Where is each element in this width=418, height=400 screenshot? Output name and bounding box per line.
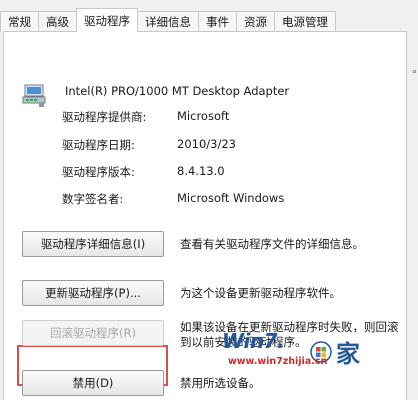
digital-signer-label: 数字签名者: xyxy=(62,192,124,206)
rollback-driver-button[interactable]: 回滚驱动程序(R) xyxy=(22,320,164,346)
update-driver-description: 为这个设备更新驱动程序软件。 xyxy=(180,286,341,300)
network-adapter-icon xyxy=(22,84,46,107)
watermark-symbol: 家 xyxy=(336,340,360,368)
tab-power-management[interactable]: 电源管理 xyxy=(274,11,336,32)
driver-provider-label: 驱动程序提供商: xyxy=(62,110,147,124)
driver-date-label: 驱动程序日期: xyxy=(62,138,135,152)
driver-provider-value: Microsoft xyxy=(177,109,230,123)
driver-date-value: 2010/3/23 xyxy=(177,137,236,151)
scrollbar[interactable] xyxy=(408,56,418,400)
tab-events[interactable]: 事件 xyxy=(198,11,237,32)
tab-driver[interactable]: 驱动程序 xyxy=(76,8,138,32)
tab-resources[interactable]: 资源 xyxy=(236,11,275,32)
tab-strip: 常规 高级 驱动程序 详细信息 事件 资源 电源管理 xyxy=(0,8,418,32)
driver-details-description: 查看有关驱动程序文件的详细信息。 xyxy=(180,237,364,251)
rollback-driver-description: 如果该设备在更新驱动程序时失败，则回滚到以前安装的驱动程序。 xyxy=(180,320,399,349)
driver-version-label: 驱动程序版本: xyxy=(62,165,135,179)
update-driver-button[interactable]: 更新驱动程序(P)... xyxy=(22,280,164,306)
driver-version-value: 8.4.13.0 xyxy=(177,164,225,178)
disable-device-description: 禁用所选设备。 xyxy=(180,376,261,390)
driver-details-button[interactable]: 驱动程序详细信息(I) xyxy=(22,231,164,257)
tab-general[interactable]: 常规 xyxy=(0,11,39,32)
watermark-url: www.win7zhijia.cn xyxy=(228,356,328,367)
tab-details[interactable]: 详细信息 xyxy=(137,11,199,32)
watermark-brand: Win7. xyxy=(222,329,285,353)
digital-signer-value: Microsoft Windows xyxy=(177,191,285,205)
scrollbar-marker xyxy=(413,70,416,73)
device-name: Intel(R) PRO/1000 MT Desktop Adapter xyxy=(65,84,290,98)
disable-device-button[interactable]: 禁用(D) xyxy=(22,370,164,396)
tab-advanced[interactable]: 高级 xyxy=(38,11,77,32)
